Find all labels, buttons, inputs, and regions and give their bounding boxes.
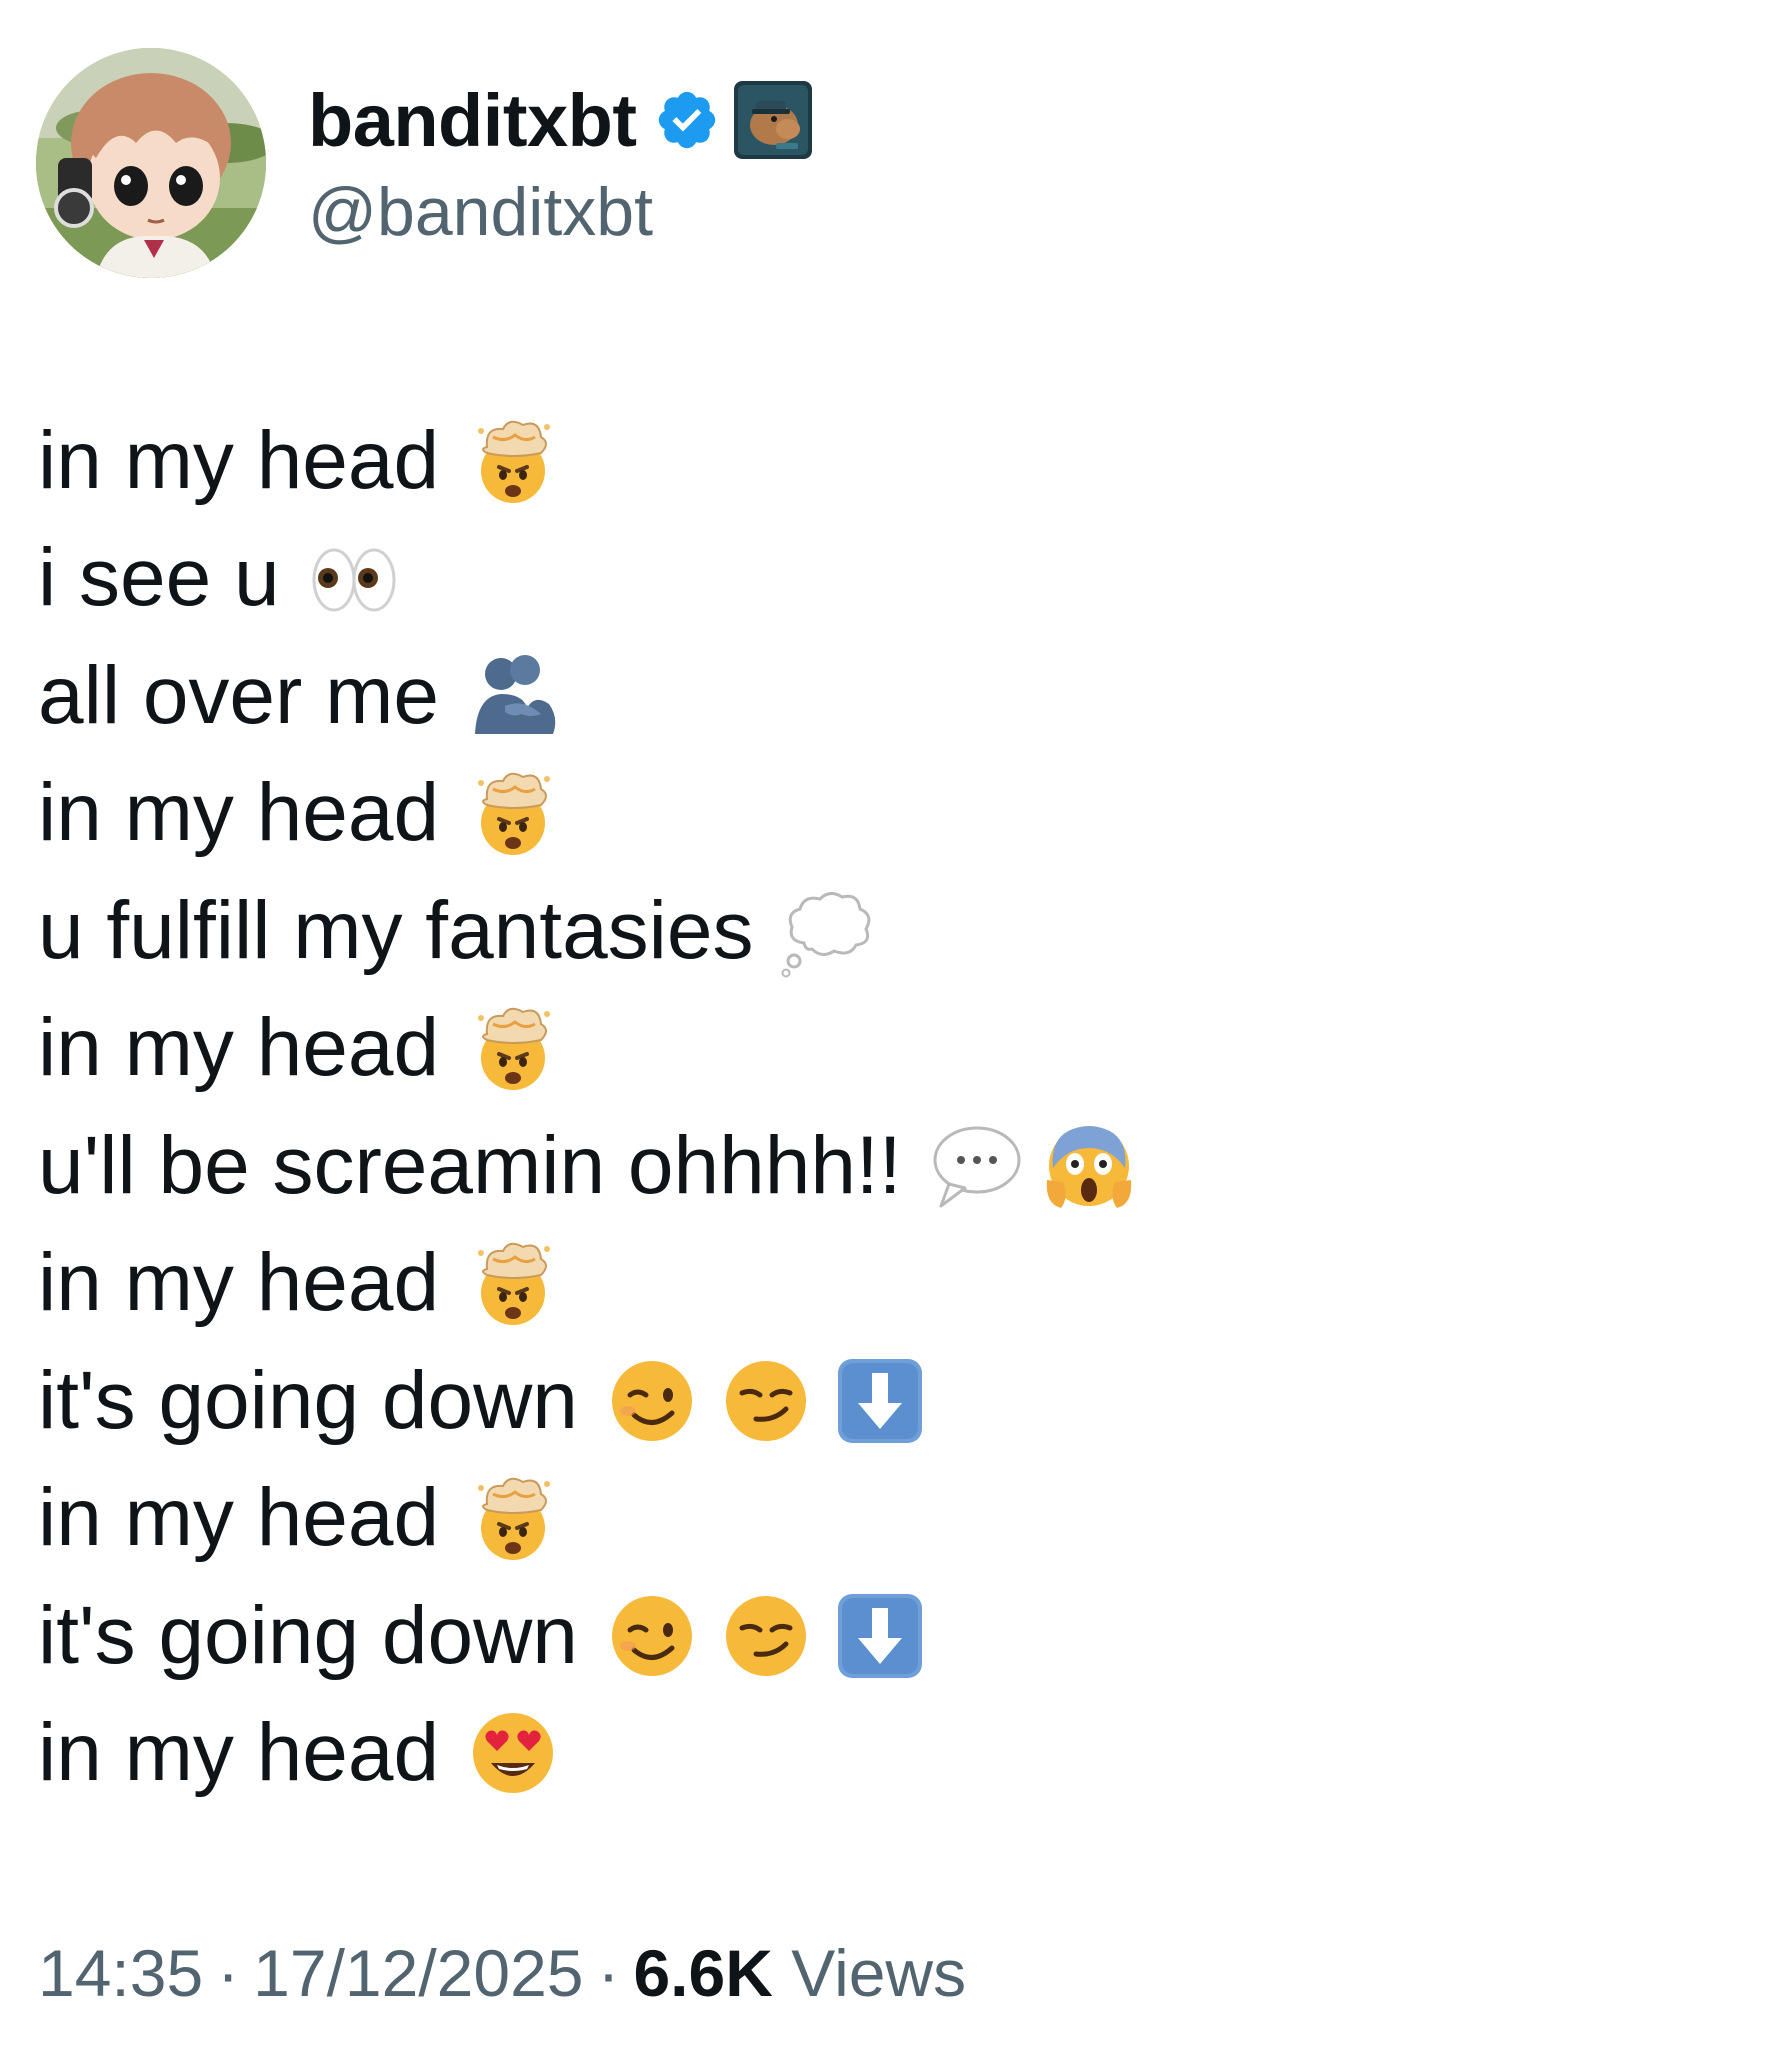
capybara-affiliate-badge-icon[interactable] <box>734 81 813 159</box>
name-row: banditxbt <box>308 75 813 165</box>
people-hugging-icon <box>465 648 561 744</box>
tweet: banditxbt @banditxbt in my head i see u … <box>0 0 1792 2048</box>
exploding-head-icon <box>465 1470 561 1566</box>
tweet-meta: 14:35 · 17/12/2025 · 6.6K Views <box>38 1935 966 2011</box>
tweet-line-text: it's going down <box>38 1354 578 1446</box>
tweet-line: it's going down <box>38 1577 1738 1695</box>
tweet-line-text: it's going down <box>38 1589 578 1681</box>
views-label: Views <box>791 1936 967 2010</box>
exploding-head-icon <box>465 413 561 509</box>
tweet-line-text: in my head <box>38 414 440 506</box>
speech-balloon-icon <box>927 1118 1023 1214</box>
tweet-line-text: u'll be screamin ohhhh!! <box>38 1119 902 1211</box>
tweet-line-text: in my head <box>38 1002 440 1094</box>
eyes-icon <box>306 530 402 626</box>
views-count[interactable]: 6.6K <box>633 1936 772 2010</box>
winking-face-icon <box>604 1353 700 1449</box>
winking-face-icon <box>604 1588 700 1684</box>
tweet-line-text: in my head <box>38 767 440 859</box>
tweet-line: in my head <box>38 1460 1738 1578</box>
down-arrow-icon <box>832 1588 928 1684</box>
display-name[interactable]: banditxbt <box>308 78 637 163</box>
down-arrow-icon <box>832 1353 928 1449</box>
tweet-line: u fulfill my fantasies <box>38 872 1738 990</box>
tweet-line: u'll be screamin ohhhh!! <box>38 1107 1738 1225</box>
tweet-line: in my head <box>38 402 1738 520</box>
tweet-text: in my head i see u all over me in my head u … <box>38 402 1738 1812</box>
meta-separator: · <box>597 1936 620 2010</box>
tweet-time[interactable]: 14:35 <box>38 1936 203 2010</box>
exploding-head-icon <box>465 765 561 861</box>
heart-eyes-face-icon <box>465 1705 561 1801</box>
tweet-line: it's going down <box>38 1342 1738 1460</box>
tweet-line: in my head <box>38 990 1738 1108</box>
tweet-line: in my head <box>38 755 1738 873</box>
tweet-line-text: u fulfill my fantasies <box>38 884 754 976</box>
tweet-line-text: in my head <box>38 1472 440 1564</box>
exploding-head-icon <box>465 1235 561 1331</box>
tweet-line-text: in my head <box>38 1707 440 1799</box>
thought-balloon-icon <box>780 883 876 979</box>
verified-badge-icon[interactable] <box>654 87 720 153</box>
tweet-line: in my head <box>38 1225 1738 1343</box>
author-handle[interactable]: @banditxbt <box>308 173 812 251</box>
tweet-date[interactable]: 17/12/2025 <box>253 1936 583 2010</box>
tweet-line: all over me <box>38 637 1738 755</box>
avatar[interactable] <box>36 48 266 278</box>
face-screaming-in-fear-icon <box>1041 1118 1137 1214</box>
tweet-line-text: all over me <box>38 649 440 741</box>
tweet-line-text: in my head <box>38 1237 440 1329</box>
meta-separator: · <box>217 1936 240 2010</box>
exploding-head-icon <box>465 1000 561 1096</box>
author-identity: banditxbt @banditxbt <box>308 75 813 251</box>
tweet-line: i see u <box>38 520 1738 638</box>
smirking-face-icon <box>718 1353 814 1449</box>
tweet-header: banditxbt @banditxbt <box>36 48 813 278</box>
smirking-face-icon <box>718 1588 814 1684</box>
tweet-line: in my head <box>38 1695 1738 1813</box>
tweet-line-text: i see u <box>38 532 280 624</box>
